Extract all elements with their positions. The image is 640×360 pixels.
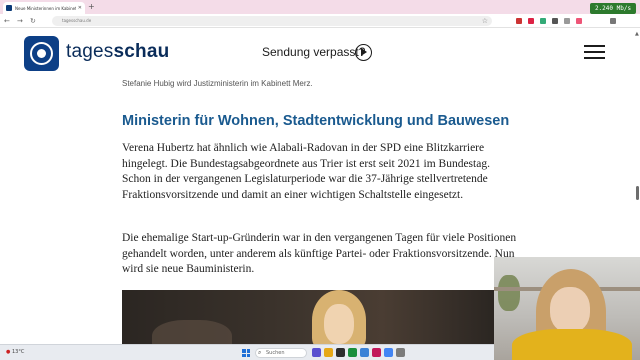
article-paragraph: Verena Hubertz hat ähnlich wie Alabali-R…	[122, 142, 490, 201]
weather-icon: ●	[6, 349, 11, 355]
bookmark-star-icon[interactable]: ☆	[482, 16, 488, 26]
browser-tab-strip: Neue Ministerinnen im Kabinett Merz ✕ + …	[0, 0, 640, 14]
profile-avatar-icon[interactable]	[576, 18, 582, 24]
network-speed-badge: 2.240 Mb/s	[590, 3, 636, 14]
address-bar[interactable]: tagesschau.de ☆	[52, 16, 492, 26]
browser-tab[interactable]: Neue Ministerinnen im Kabinett Merz ✕	[3, 2, 85, 14]
back-icon[interactable]: ←	[4, 15, 10, 27]
play-icon[interactable]	[355, 44, 372, 61]
chrome-icon[interactable]	[384, 348, 393, 357]
taskbar-search-input[interactable]: Suchen	[255, 348, 307, 358]
taskbar: ● 13°C Suchen	[0, 344, 494, 360]
file-explorer-icon[interactable]	[324, 348, 333, 357]
hamburger-menu-icon[interactable]	[584, 45, 605, 60]
extension-icon[interactable]	[552, 18, 558, 24]
forward-icon[interactable]: →	[17, 15, 23, 27]
tagesschau-logo-icon[interactable]	[24, 36, 59, 71]
url-text: tagesschau.de	[62, 18, 92, 23]
close-tab-icon[interactable]: ✕	[78, 5, 82, 11]
taskbar-app-icon[interactable]	[372, 348, 381, 357]
weather-widget[interactable]: ● 13°C	[6, 349, 24, 355]
section-heading: Ministerin für Wohnen, Stadtentwicklung …	[122, 113, 510, 129]
site-logo-text[interactable]: tagesschau	[66, 41, 169, 63]
scroll-up-icon[interactable]: ▲	[635, 31, 639, 37]
logo-suffix: schau	[113, 41, 170, 62]
browser-tab-title: Neue Ministerinnen im Kabinett Merz	[15, 5, 76, 11]
scrollbar-thumb[interactable]	[636, 186, 639, 200]
extension-icon[interactable]	[564, 18, 570, 24]
weather-temperature: 13°C	[11, 349, 25, 355]
extension-icon[interactable]	[516, 18, 522, 24]
image-caption: Stefanie Hubig wird Justizministerin im …	[122, 79, 313, 88]
tagesschau-favicon-icon	[6, 5, 12, 11]
site-header: tagesschau Sendung verpasst?	[0, 29, 640, 77]
taskbar-app-icon[interactable]	[312, 348, 321, 357]
article-paragraph: Die ehemalige Start-up-Gründerin war in …	[122, 232, 517, 276]
taskbar-app-icon[interactable]	[396, 348, 405, 357]
browser-toolbar: ← → ↻ tagesschau.de ☆	[0, 14, 640, 28]
missed-show-link[interactable]: Sendung verpasst?	[262, 45, 365, 59]
new-tab-button[interactable]: +	[88, 2, 95, 12]
screen: Neue Ministerinnen im Kabinett Merz ✕ + …	[0, 0, 640, 360]
taskbar-app-icon[interactable]	[336, 348, 345, 357]
extension-icon[interactable]	[528, 18, 534, 24]
reload-icon[interactable]: ↻	[30, 15, 36, 27]
windows-start-icon[interactable]	[242, 349, 250, 357]
taskbar-app-icon[interactable]	[348, 348, 357, 357]
menu-dots-icon[interactable]	[610, 18, 616, 24]
taskbar-app-icon[interactable]	[360, 348, 369, 357]
extension-icon[interactable]	[540, 18, 546, 24]
webcam-overlay	[494, 257, 640, 360]
logo-prefix: tages	[66, 41, 114, 62]
